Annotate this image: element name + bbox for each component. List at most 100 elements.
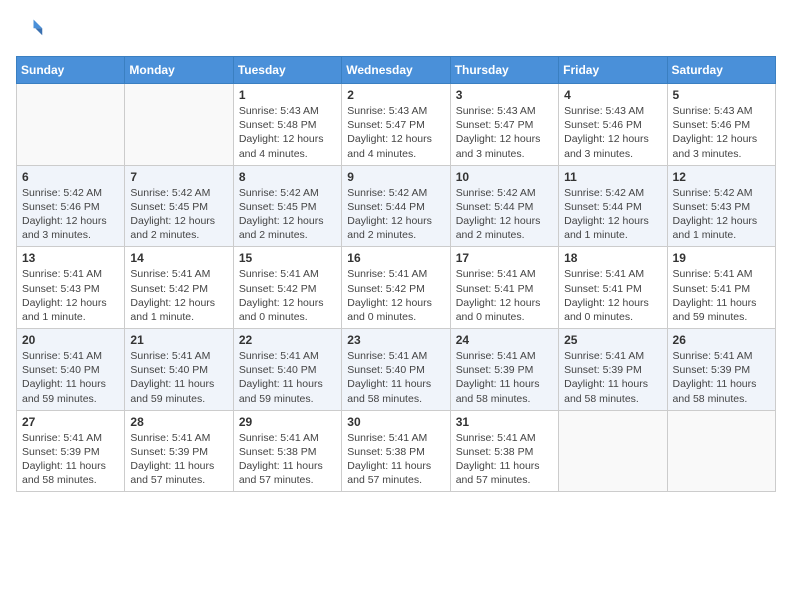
calendar-cell xyxy=(125,84,233,166)
calendar-cell: 4 Sunrise: 5:43 AM Sunset: 5:46 PM Daylig… xyxy=(559,84,667,166)
day-info: Sunrise: 5:43 AM Sunset: 5:46 PM Dayligh… xyxy=(564,104,661,161)
day-info: Sunrise: 5:42 AM Sunset: 5:45 PM Dayligh… xyxy=(130,186,227,243)
calendar-cell: 29 Sunrise: 5:41 AM Sunset: 5:38 PM Dayli… xyxy=(233,410,341,492)
day-info: Sunrise: 5:41 AM Sunset: 5:39 PM Dayligh… xyxy=(130,431,227,488)
col-header-saturday: Saturday xyxy=(667,57,775,84)
day-number: 21 xyxy=(130,333,227,347)
day-number: 25 xyxy=(564,333,661,347)
day-info: Sunrise: 5:43 AM Sunset: 5:48 PM Dayligh… xyxy=(239,104,336,161)
day-number: 20 xyxy=(22,333,119,347)
calendar-cell: 18 Sunrise: 5:41 AM Sunset: 5:41 PM Dayli… xyxy=(559,247,667,329)
day-number: 11 xyxy=(564,170,661,184)
day-number: 16 xyxy=(347,251,444,265)
calendar-cell: 7Sunrise: 5:42 AM Sunset: 5:45 PM Daylig… xyxy=(125,165,233,247)
day-info: Sunrise: 5:43 AM Sunset: 5:46 PM Dayligh… xyxy=(673,104,770,161)
day-number: 30 xyxy=(347,415,444,429)
day-info: Sunrise: 5:42 AM Sunset: 5:44 PM Dayligh… xyxy=(564,186,661,243)
day-number: 28 xyxy=(130,415,227,429)
day-number: 19 xyxy=(673,251,770,265)
day-number: 9 xyxy=(347,170,444,184)
calendar-cell: 30 Sunrise: 5:41 AM Sunset: 5:38 PM Dayli… xyxy=(342,410,450,492)
col-header-monday: Monday xyxy=(125,57,233,84)
calendar-cell: 10 Sunrise: 5:42 AM Sunset: 5:44 PM Dayli… xyxy=(450,165,558,247)
calendar-cell: 27 Sunrise: 5:41 AM Sunset: 5:39 PM Dayli… xyxy=(17,410,125,492)
day-info: Sunrise: 5:43 AM Sunset: 5:47 PM Dayligh… xyxy=(456,104,553,161)
day-number: 18 xyxy=(564,251,661,265)
day-info: Sunrise: 5:41 AM Sunset: 5:38 PM Dayligh… xyxy=(239,431,336,488)
day-info: Sunrise: 5:42 AM Sunset: 5:45 PM Dayligh… xyxy=(239,186,336,243)
calendar-cell: 9 Sunrise: 5:42 AM Sunset: 5:44 PM Daylig… xyxy=(342,165,450,247)
day-info: Sunrise: 5:41 AM Sunset: 5:42 PM Dayligh… xyxy=(239,267,336,324)
day-info: Sunrise: 5:41 AM Sunset: 5:39 PM Dayligh… xyxy=(22,431,119,488)
day-number: 6 xyxy=(22,170,119,184)
day-number: 2 xyxy=(347,88,444,102)
calendar-cell: 13Sunrise: 5:41 AM Sunset: 5:43 PM Dayli… xyxy=(17,247,125,329)
page-header xyxy=(16,16,776,44)
day-info: Sunrise: 5:41 AM Sunset: 5:39 PM Dayligh… xyxy=(456,349,553,406)
day-info: Sunrise: 5:41 AM Sunset: 5:40 PM Dayligh… xyxy=(22,349,119,406)
calendar-cell: 16 Sunrise: 5:41 AM Sunset: 5:42 PM Dayli… xyxy=(342,247,450,329)
calendar-cell: 26 Sunrise: 5:41 AM Sunset: 5:39 PM Dayli… xyxy=(667,329,775,411)
day-number: 5 xyxy=(673,88,770,102)
calendar-cell: 14Sunrise: 5:41 AM Sunset: 5:42 PM Dayli… xyxy=(125,247,233,329)
calendar-cell xyxy=(559,410,667,492)
day-number: 8 xyxy=(239,170,336,184)
day-info: Sunrise: 5:41 AM Sunset: 5:38 PM Dayligh… xyxy=(347,431,444,488)
calendar-cell: 19 Sunrise: 5:41 AM Sunset: 5:41 PM Dayli… xyxy=(667,247,775,329)
day-info: Sunrise: 5:41 AM Sunset: 5:40 PM Dayligh… xyxy=(130,349,227,406)
calendar-cell xyxy=(17,84,125,166)
day-number: 12 xyxy=(673,170,770,184)
calendar-cell: 12 Sunrise: 5:42 AM Sunset: 5:43 PM Dayli… xyxy=(667,165,775,247)
day-info: Sunrise: 5:41 AM Sunset: 5:41 PM Dayligh… xyxy=(673,267,770,324)
calendar-cell: 24 Sunrise: 5:41 AM Sunset: 5:39 PM Dayli… xyxy=(450,329,558,411)
calendar-cell: 21 Sunrise: 5:41 AM Sunset: 5:40 PM Dayli… xyxy=(125,329,233,411)
calendar-cell: 23 Sunrise: 5:41 AM Sunset: 5:40 PM Dayli… xyxy=(342,329,450,411)
calendar-cell: 6 Sunrise: 5:42 AM Sunset: 5:46 PM Daylig… xyxy=(17,165,125,247)
day-number: 3 xyxy=(456,88,553,102)
day-info: Sunrise: 5:41 AM Sunset: 5:40 PM Dayligh… xyxy=(347,349,444,406)
calendar-table: SundayMondayTuesdayWednesdayThursdayFrid… xyxy=(16,56,776,492)
day-number: 17 xyxy=(456,251,553,265)
day-number: 24 xyxy=(456,333,553,347)
calendar-cell: 5 Sunrise: 5:43 AM Sunset: 5:46 PM Daylig… xyxy=(667,84,775,166)
day-info: Sunrise: 5:41 AM Sunset: 5:40 PM Dayligh… xyxy=(239,349,336,406)
day-number: 22 xyxy=(239,333,336,347)
col-header-friday: Friday xyxy=(559,57,667,84)
day-number: 31 xyxy=(456,415,553,429)
day-info: Sunrise: 5:41 AM Sunset: 5:41 PM Dayligh… xyxy=(564,267,661,324)
day-info: Sunrise: 5:42 AM Sunset: 5:44 PM Dayligh… xyxy=(456,186,553,243)
calendar-week-4: 20 Sunrise: 5:41 AM Sunset: 5:40 PM Dayli… xyxy=(17,329,776,411)
day-info: Sunrise: 5:41 AM Sunset: 5:43 PM Dayligh… xyxy=(22,267,119,324)
calendar-week-3: 13Sunrise: 5:41 AM Sunset: 5:43 PM Dayli… xyxy=(17,247,776,329)
calendar-week-2: 6 Sunrise: 5:42 AM Sunset: 5:46 PM Daylig… xyxy=(17,165,776,247)
calendar-cell: 25 Sunrise: 5:41 AM Sunset: 5:39 PM Dayli… xyxy=(559,329,667,411)
calendar-cell: 15Sunrise: 5:41 AM Sunset: 5:42 PM Dayli… xyxy=(233,247,341,329)
calendar-cell: 1Sunrise: 5:43 AM Sunset: 5:48 PM Daylig… xyxy=(233,84,341,166)
col-header-wednesday: Wednesday xyxy=(342,57,450,84)
calendar-week-1: 1Sunrise: 5:43 AM Sunset: 5:48 PM Daylig… xyxy=(17,84,776,166)
day-number: 29 xyxy=(239,415,336,429)
day-info: Sunrise: 5:41 AM Sunset: 5:41 PM Dayligh… xyxy=(456,267,553,324)
logo-icon xyxy=(16,16,44,44)
day-number: 27 xyxy=(22,415,119,429)
day-number: 26 xyxy=(673,333,770,347)
calendar-cell: 28 Sunrise: 5:41 AM Sunset: 5:39 PM Dayli… xyxy=(125,410,233,492)
calendar-cell: 31Sunrise: 5:41 AM Sunset: 5:38 PM Dayli… xyxy=(450,410,558,492)
day-info: Sunrise: 5:42 AM Sunset: 5:44 PM Dayligh… xyxy=(347,186,444,243)
day-number: 4 xyxy=(564,88,661,102)
day-info: Sunrise: 5:42 AM Sunset: 5:46 PM Dayligh… xyxy=(22,186,119,243)
calendar-cell: 11 Sunrise: 5:42 AM Sunset: 5:44 PM Dayli… xyxy=(559,165,667,247)
day-info: Sunrise: 5:41 AM Sunset: 5:39 PM Dayligh… xyxy=(564,349,661,406)
day-number: 10 xyxy=(456,170,553,184)
day-number: 14 xyxy=(130,251,227,265)
day-info: Sunrise: 5:41 AM Sunset: 5:42 PM Dayligh… xyxy=(347,267,444,324)
calendar-cell xyxy=(667,410,775,492)
day-info: Sunrise: 5:41 AM Sunset: 5:39 PM Dayligh… xyxy=(673,349,770,406)
day-info: Sunrise: 5:42 AM Sunset: 5:43 PM Dayligh… xyxy=(673,186,770,243)
calendar-cell: 3 Sunrise: 5:43 AM Sunset: 5:47 PM Daylig… xyxy=(450,84,558,166)
calendar-header-row: SundayMondayTuesdayWednesdayThursdayFrid… xyxy=(17,57,776,84)
calendar-cell: 2Sunrise: 5:43 AM Sunset: 5:47 PM Daylig… xyxy=(342,84,450,166)
day-number: 23 xyxy=(347,333,444,347)
logo xyxy=(16,16,48,44)
col-header-sunday: Sunday xyxy=(17,57,125,84)
